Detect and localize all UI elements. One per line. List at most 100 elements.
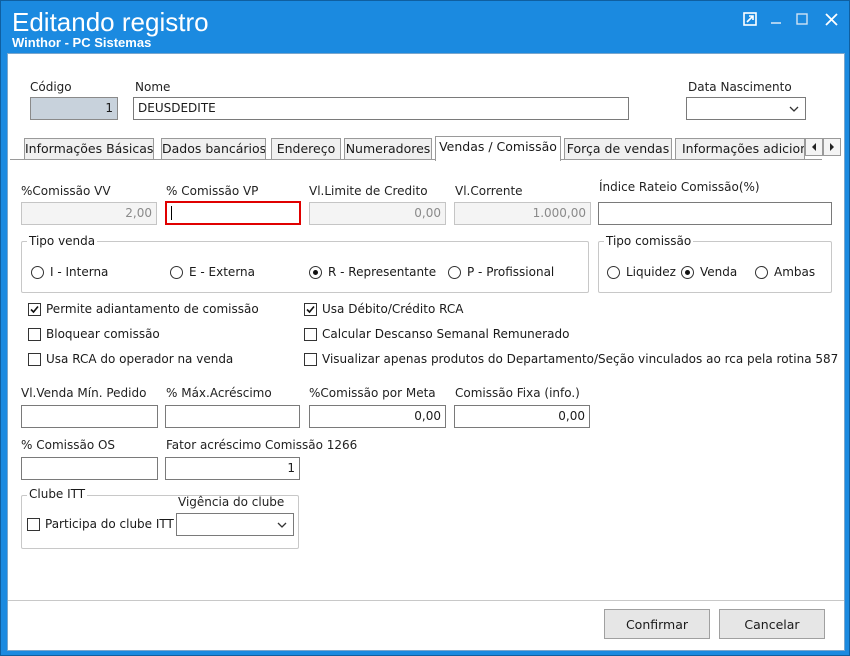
- radio-externa[interactable]: E - Externa: [170, 265, 255, 279]
- data-nascimento-select[interactable]: [686, 97, 806, 120]
- restore-icon[interactable]: [739, 10, 761, 28]
- fator-acrescimo-label: Fator acréscimo Comissão 1266: [166, 438, 358, 452]
- cancelar-button[interactable]: Cancelar: [719, 609, 825, 639]
- valor-corrente-field[interactable]: 1.000,00: [454, 202, 591, 225]
- title-bar[interactable]: Editando registro Winthor - PC Sistemas: [1, 1, 849, 56]
- data-nascimento-label: Data Nascimento: [688, 80, 792, 94]
- comissao-vv-label: %Comissão VV: [21, 184, 111, 198]
- chevron-right-icon[interactable]: [823, 138, 841, 156]
- checkbox-empty-icon: [27, 517, 40, 531]
- check-usa-debito-credito[interactable]: Usa Débito/Crédito RCA: [304, 302, 463, 316]
- radio-interna-label: I - Interna: [50, 265, 109, 279]
- nome-label: Nome: [135, 80, 171, 94]
- tab-forca-de-vendas[interactable]: Força de vendas: [564, 138, 672, 160]
- venda-min-field[interactable]: [21, 405, 158, 428]
- venda-min-label: Vl.Venda Mín. Pedido: [21, 386, 147, 400]
- comissao-meta-field[interactable]: 0,00: [309, 405, 446, 428]
- checkbox-empty-icon: [304, 327, 317, 341]
- radio-circle-icon: [607, 265, 620, 279]
- indice-rateio-field[interactable]: [598, 202, 832, 225]
- max-acrescimo-label: % Máx.Acréscimo: [166, 386, 272, 400]
- window-subtitle: Winthor - PC Sistemas: [12, 35, 152, 50]
- fator-acrescimo-field[interactable]: 1: [165, 457, 300, 480]
- minimize-icon[interactable]: [765, 10, 787, 28]
- radio-venda-label: Venda: [700, 265, 738, 279]
- tipo-comissao-title: Tipo comissão: [604, 234, 694, 248]
- chevron-down-icon: [277, 522, 287, 528]
- tab-vendas-comissao[interactable]: Vendas / Comissão: [435, 136, 561, 161]
- vigencia-clube-label: Vigência do clube: [178, 495, 285, 509]
- form-client-area: Código 1 Nome DEUSDEDITE Data Nascimento…: [7, 53, 845, 651]
- footer-divider: [8, 600, 844, 601]
- checkmark-icon: [28, 302, 41, 316]
- limite-credito-field[interactable]: 0,00: [309, 202, 446, 225]
- clube-itt-title: Clube ITT: [27, 487, 88, 501]
- radio-selected-icon: [681, 265, 694, 279]
- tab-endereco[interactable]: Endereço: [271, 138, 341, 160]
- chevron-down-icon: [789, 106, 799, 112]
- max-acrescimo-field[interactable]: [165, 405, 300, 428]
- tab-divider: [10, 159, 822, 160]
- radio-circle-icon: [170, 265, 183, 279]
- comissao-fixa-label: Comissão Fixa (info.): [455, 386, 580, 400]
- check-permite-adiantamento[interactable]: Permite adiantamento de comissão: [28, 302, 259, 316]
- tab-dados-bancarios[interactable]: Dados bancários: [161, 138, 266, 160]
- check-calcular-dsr[interactable]: Calcular Descanso Semanal Remunerado: [304, 327, 569, 341]
- radio-venda[interactable]: Venda: [681, 265, 737, 279]
- check-visualizar-produtos-label: Visualizar apenas produtos do Departamen…: [322, 352, 839, 366]
- codigo-label: Código: [30, 80, 72, 94]
- tab-informacoes-adicionais[interactable]: Informações adicionais: [675, 138, 805, 160]
- comissao-vp-field[interactable]: [165, 201, 301, 225]
- vigencia-clube-select[interactable]: [176, 513, 294, 536]
- radio-circle-icon: [448, 265, 461, 279]
- valor-corrente-label: Vl.Corrente: [455, 184, 523, 198]
- radio-selected-icon: [309, 265, 322, 279]
- check-permite-adiantamento-label: Permite adiantamento de comissão: [46, 302, 259, 316]
- comissao-os-field[interactable]: [21, 457, 158, 480]
- tipo-venda-title: Tipo venda: [27, 234, 98, 248]
- check-bloquear-comissao[interactable]: Bloquear comissão: [28, 327, 160, 341]
- check-usa-rca-operador[interactable]: Usa RCA do operador na venda: [28, 352, 233, 366]
- app-window: Editando registro Winthor - PC Sistemas …: [0, 0, 850, 656]
- check-visualizar-produtos[interactable]: Visualizar apenas produtos do Departamen…: [304, 352, 838, 366]
- checkbox-empty-icon: [28, 327, 41, 341]
- radio-externa-label: E - Externa: [189, 265, 255, 279]
- checkmark-icon: [304, 302, 317, 316]
- check-calcular-dsr-label: Calcular Descanso Semanal Remunerado: [322, 327, 570, 341]
- radio-profissional-label: P - Profissional: [467, 265, 555, 279]
- tab-numeradores[interactable]: Numeradores: [344, 138, 432, 160]
- tab-informacoes-basicas[interactable]: Informações Básicas: [24, 138, 154, 160]
- limite-credito-label: Vl.Limite de Credito: [309, 184, 428, 198]
- radio-representante[interactable]: R - Representante: [309, 265, 436, 279]
- confirmar-button-label: Confirmar: [625, 616, 689, 632]
- radio-liquidez-label: Liquidez: [626, 265, 676, 279]
- text-caret: [171, 206, 172, 220]
- comissao-meta-label: %Comissão por Meta: [309, 386, 436, 400]
- radio-circle-icon: [31, 265, 44, 279]
- check-participa-clube-label: Participa do clube ITT: [45, 517, 174, 531]
- check-bloquear-comissao-label: Bloquear comissão: [46, 327, 160, 341]
- checkbox-empty-icon: [304, 352, 317, 366]
- indice-rateio-label: Índice Rateio Comissão(%): [599, 180, 760, 194]
- radio-representante-label: R - Representante: [328, 265, 437, 279]
- check-usa-rca-operador-label: Usa RCA do operador na venda: [46, 352, 234, 366]
- nome-field[interactable]: DEUSDEDITE: [133, 97, 629, 120]
- comissao-vv-field[interactable]: 2,00: [21, 202, 157, 225]
- codigo-field[interactable]: 1: [30, 97, 118, 120]
- radio-ambas[interactable]: Ambas: [755, 265, 815, 279]
- maximize-icon[interactable]: [791, 10, 813, 28]
- comissao-vp-label: % Comissão VP: [166, 184, 259, 198]
- radio-circle-icon: [755, 265, 768, 279]
- confirmar-button[interactable]: Confirmar: [604, 609, 710, 639]
- radio-liquidez[interactable]: Liquidez: [607, 265, 676, 279]
- close-icon[interactable]: [820, 10, 842, 28]
- comissao-os-label: % Comissão OS: [21, 438, 116, 452]
- radio-profissional[interactable]: P - Profissional: [448, 265, 554, 279]
- radio-interna[interactable]: I - Interna: [31, 265, 108, 279]
- cancelar-button-label: Cancelar: [744, 616, 800, 632]
- tab-strip: Informações Básicas Dados bancários Ende…: [10, 136, 842, 161]
- chevron-left-icon[interactable]: [805, 138, 823, 156]
- radio-ambas-label: Ambas: [774, 265, 816, 279]
- check-participa-clube[interactable]: Participa do clube ITT: [27, 517, 174, 531]
- comissao-fixa-field[interactable]: 0,00: [454, 405, 590, 428]
